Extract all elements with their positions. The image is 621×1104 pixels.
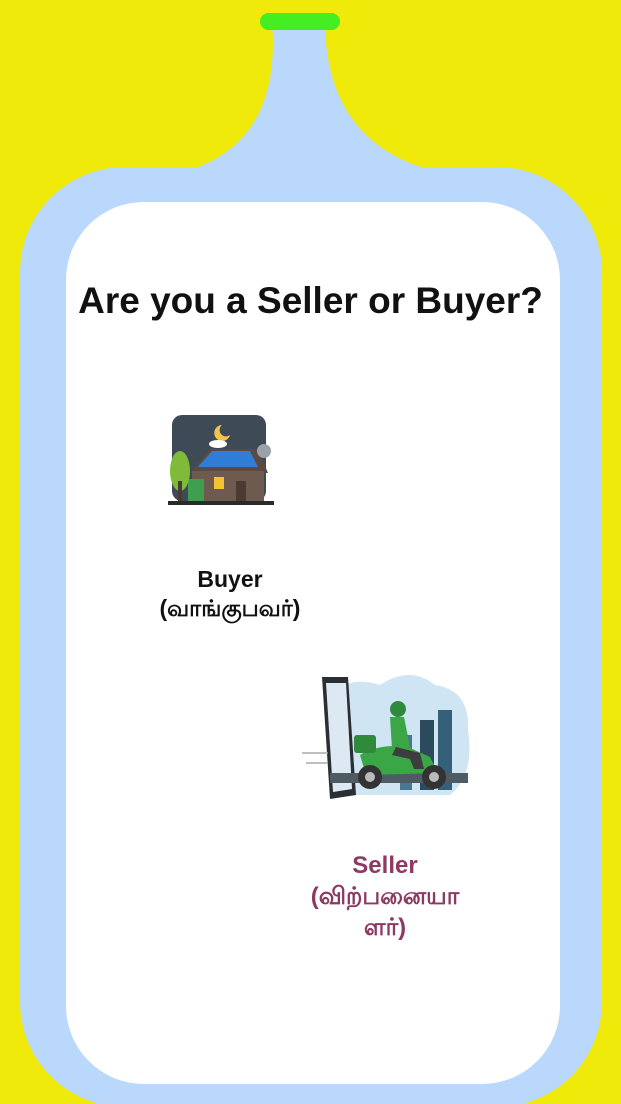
delivery-scooter-icon (302, 675, 470, 799)
bottle-neck (190, 20, 430, 170)
seller-option[interactable]: Seller (விற்பனையா ளர்) (290, 665, 480, 945)
seller-subtitle-line2: ளர்) (363, 914, 407, 941)
buyer-title: Buyer (197, 566, 263, 592)
seller-subtitle-line1: (விற்பனையா (310, 883, 460, 910)
seller-title: Seller (352, 852, 418, 879)
buyer-option[interactable]: Buyer (வாங்குபவர்) (130, 405, 330, 635)
buyer-subtitle: (வாங்குபவர்) (159, 595, 301, 621)
page-title: Are you a Seller or Buyer? (78, 280, 543, 321)
house-icon (168, 415, 274, 505)
seller-label: Seller (விற்பனையா ளர்) (290, 850, 480, 943)
buyer-label: Buyer (வாங்குபவர்) (130, 565, 330, 623)
selection-card (66, 202, 560, 1084)
bottle-cap (260, 13, 340, 30)
